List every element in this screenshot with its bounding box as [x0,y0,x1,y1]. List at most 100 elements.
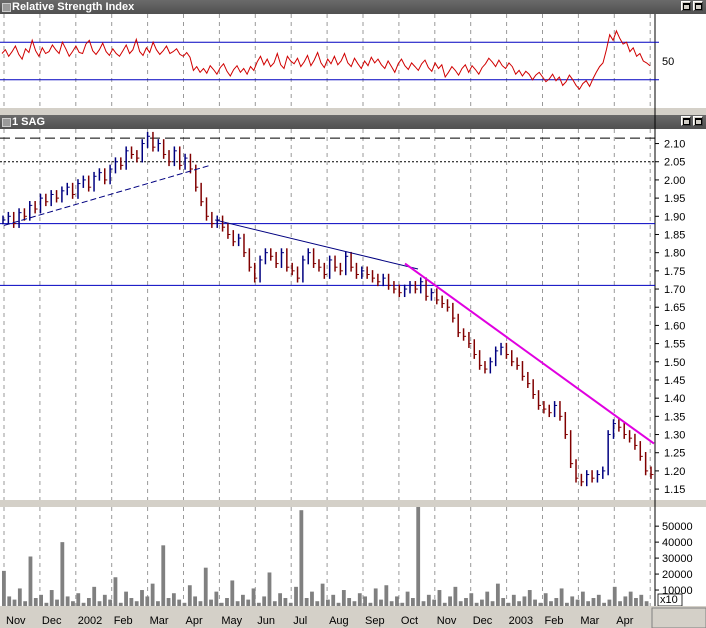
scroll-area [651,607,706,628]
volume-bar [272,601,277,606]
volume-bar [432,599,437,606]
volume-bar [426,594,431,606]
volume-bar [262,596,267,606]
volume-bar [294,586,298,606]
volume-bar [320,583,325,606]
volume-bar [33,598,38,606]
price-tick-label: 1.65 [664,302,685,314]
x-tick-label: Oct [401,615,418,627]
price-tick-label: 1.20 [664,466,685,478]
volume-bar [55,599,59,606]
price-tick-label: 1.50 [664,357,685,369]
volume-bar [623,596,628,606]
volume-bar [299,510,304,606]
volume-bar [214,591,219,606]
volume-bar [92,586,97,606]
x-tick-label: Feb [545,615,564,627]
volume-bar [12,599,17,606]
volume-bar [501,598,506,606]
volume-bar [389,601,394,606]
x-tick-label: Mar [580,615,599,627]
volume-bar [347,598,352,606]
volume-bar [129,598,134,606]
volume-bar [612,586,617,606]
volume-bar [71,601,75,606]
price-tick-label: 2.00 [664,175,685,187]
volume-bar [230,580,235,606]
volume-bar [400,602,405,606]
volume-bar [506,602,511,606]
volume-bar [395,596,399,606]
volume-bar [379,599,383,606]
volume-bar [140,590,144,606]
volume-bar [480,599,484,606]
x-tick-label: Jun [257,615,275,627]
volume-bar [602,602,607,606]
volume-bar [97,601,102,606]
volume-bar [60,542,65,606]
volume-bar [171,593,176,606]
volume-bar [559,588,564,606]
volume-tick-label: 40000 [662,537,693,549]
volume-bar [246,599,251,606]
price-tick-label: 1.45 [664,375,685,387]
volume-bar [437,590,442,606]
chart-canvas[interactable]: 50 2.10 2.05 2.00 1.95 1.90 1.85 1.80 1.75 1.70 1.… [0,0,706,628]
x-tick-label: Sep [365,615,385,627]
volume-bar [2,570,6,606]
volume-bar [177,599,182,606]
price-tick-label: 1.25 [664,448,685,460]
volume-bar [549,601,553,606]
volume-bar [150,583,155,606]
volume-bar [118,602,123,606]
volume-bar [113,577,118,606]
volume-bar [283,598,288,606]
price-tick-label: 1.30 [664,430,685,442]
price-tick-label: 1.60 [664,320,685,332]
x-tick-label: Apr [186,615,203,627]
x-tick-label: Apr [616,615,633,627]
volume-bar [331,594,336,606]
volume-bar [596,594,601,606]
price-tick-label: 2.10 [664,139,685,151]
volume-bar [357,593,362,606]
price-tick-label: 1.85 [664,229,685,241]
volume-bar [134,601,139,606]
volume-bar [490,601,495,606]
volume-bar [288,602,293,606]
x-axis-strip [0,606,706,628]
volume-tick-label: 20000 [662,569,693,581]
volume-bar [81,602,86,606]
panel-separator [0,108,706,115]
price-tick-label: 1.40 [664,393,685,405]
volume-bar [453,586,458,606]
volume-bar [639,594,644,606]
volume-bar [368,602,373,606]
volume-bar [23,601,28,606]
price-tick-label: 1.55 [664,339,685,351]
volume-bar [533,599,537,606]
volume-bar [341,590,346,606]
volume-bar [124,591,128,606]
volume-bar [225,598,229,606]
x-tick-label: 2003 [509,615,533,627]
volume-bar [241,594,245,606]
volume-bar [618,601,622,606]
x-tick-label: Jul [293,615,307,627]
price-tick-label: 1.70 [664,284,685,296]
volume-bar [363,596,367,606]
volume-bar [198,601,203,606]
volume-bar [145,596,150,606]
rsi-tick-label: 50 [662,56,674,68]
volume-bar [278,593,283,606]
volume-bar [384,585,389,606]
volume-bar [156,601,160,606]
volume-bar [209,599,213,606]
volume-bar [628,591,633,606]
volume-bar [522,596,527,606]
price-tick-label: 1.15 [664,484,685,496]
price-tick-label: 1.80 [664,248,685,260]
volume-tick-label: 50000 [662,521,693,533]
volume-bar [76,593,81,606]
volume-bar [575,599,580,606]
